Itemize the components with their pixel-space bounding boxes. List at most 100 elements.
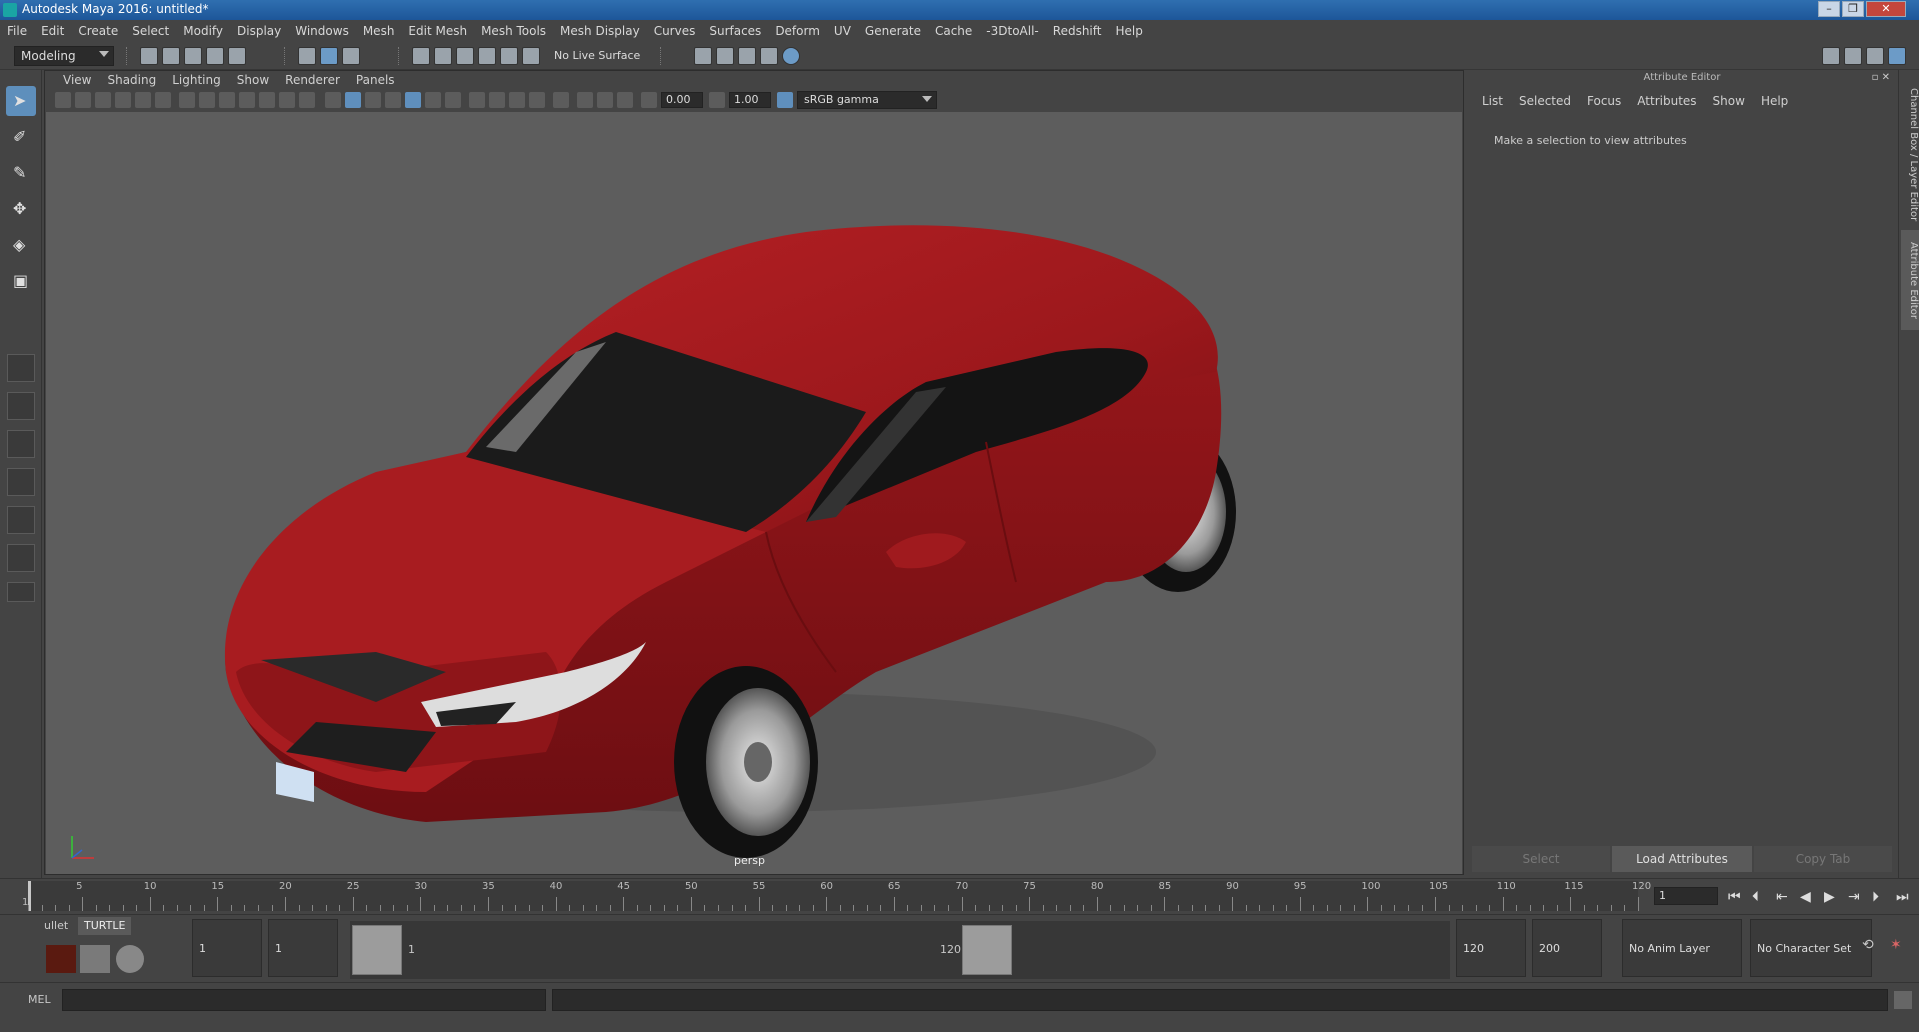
anim-prefs-icon[interactable]: ✶ bbox=[1890, 937, 1902, 953]
xray-icon[interactable] bbox=[577, 92, 593, 108]
ae-menu-show[interactable]: Show bbox=[1705, 94, 1753, 108]
persp-node-layout-button[interactable] bbox=[7, 544, 35, 572]
channel-box-toggle-icon[interactable] bbox=[1888, 47, 1906, 65]
step-back-key-icon[interactable]: ⇤ bbox=[1776, 889, 1788, 905]
smooth-shade-icon[interactable] bbox=[345, 92, 361, 108]
menu-modify[interactable]: Modify bbox=[176, 24, 230, 38]
menu-redshift[interactable]: Redshift bbox=[1046, 24, 1109, 38]
menu-mesh-display[interactable]: Mesh Display bbox=[553, 24, 647, 38]
grease-pencil-icon[interactable] bbox=[155, 92, 171, 108]
panel-float-close-icon[interactable]: ▫ ✕ bbox=[1872, 72, 1890, 83]
current-frame-field[interactable]: 1 bbox=[1654, 887, 1718, 905]
safe-action-icon[interactable] bbox=[279, 92, 295, 108]
anim-layer-dropdown[interactable]: No Anim Layer bbox=[1622, 919, 1742, 977]
view-transform-dropdown[interactable]: sRGB gamma bbox=[797, 91, 937, 109]
scale-tool-button[interactable]: ▣ bbox=[6, 266, 36, 296]
step-forward-icon[interactable]: ⏵ bbox=[1872, 889, 1879, 905]
make-live-icon[interactable] bbox=[522, 47, 540, 65]
menu-select[interactable]: Select bbox=[125, 24, 176, 38]
vp-menu-show[interactable]: Show bbox=[229, 73, 277, 87]
select-camera-icon[interactable] bbox=[55, 92, 71, 108]
anti-aliasing-icon[interactable] bbox=[509, 92, 525, 108]
turtle-render-icon[interactable] bbox=[46, 945, 76, 973]
field-chart-icon[interactable] bbox=[259, 92, 275, 108]
copy-tab-button[interactable]: Copy Tab bbox=[1754, 846, 1892, 872]
menu-3dtoall[interactable]: -3DtoAll- bbox=[979, 24, 1045, 38]
xray-active-icon[interactable] bbox=[597, 92, 613, 108]
open-scene-icon[interactable] bbox=[162, 47, 180, 65]
use-default-material-icon[interactable] bbox=[365, 92, 381, 108]
gamma-field[interactable]: 1.00 bbox=[729, 92, 771, 108]
range-start-handle[interactable] bbox=[352, 925, 402, 975]
rotate-tool-button[interactable]: ◈ bbox=[6, 230, 36, 260]
animation-start-field[interactable]: 1 bbox=[192, 919, 262, 977]
vp-menu-shading[interactable]: Shading bbox=[99, 73, 164, 87]
go-to-start-icon[interactable]: ⏮ bbox=[1728, 889, 1741, 905]
use-all-lights-icon[interactable] bbox=[425, 92, 441, 108]
range-end-handle[interactable] bbox=[962, 925, 1012, 975]
2d-pan-zoom-icon[interactable] bbox=[135, 92, 151, 108]
persp-uv-layout-button[interactable] bbox=[7, 506, 35, 534]
camera-attributes-icon[interactable] bbox=[75, 92, 91, 108]
turtle-bake-icon[interactable] bbox=[80, 945, 110, 973]
tab-attribute-editor[interactable]: Attribute Editor bbox=[1901, 230, 1919, 330]
render-region-icon[interactable] bbox=[694, 47, 712, 65]
menu-mesh[interactable]: Mesh bbox=[356, 24, 402, 38]
snap-grid-icon[interactable] bbox=[412, 47, 430, 65]
minimize-button[interactable]: – bbox=[1818, 1, 1840, 17]
xray-joints-icon[interactable] bbox=[617, 92, 633, 108]
wireframe-on-shaded-icon[interactable] bbox=[385, 92, 401, 108]
safe-title-icon[interactable] bbox=[299, 92, 315, 108]
lasso-tool-button[interactable]: ✐ bbox=[6, 122, 36, 152]
load-attributes-button[interactable]: Load Attributes bbox=[1612, 846, 1752, 872]
persp-outliner-layout-button[interactable] bbox=[7, 430, 35, 458]
save-scene-icon[interactable] bbox=[184, 47, 202, 65]
ae-menu-list[interactable]: List bbox=[1474, 94, 1511, 108]
select-tool-button[interactable]: ➤ bbox=[6, 86, 36, 116]
tool-settings-icon[interactable] bbox=[1866, 47, 1884, 65]
mel-command-input[interactable] bbox=[62, 989, 546, 1011]
menu-edit[interactable]: Edit bbox=[34, 24, 71, 38]
menu-create[interactable]: Create bbox=[71, 24, 125, 38]
exposure-icon[interactable] bbox=[641, 92, 657, 108]
playback-start-field[interactable]: 1 bbox=[268, 919, 338, 977]
snap-plane-icon[interactable] bbox=[478, 47, 496, 65]
ae-menu-help[interactable]: Help bbox=[1753, 94, 1796, 108]
single-perspective-layout-button[interactable] bbox=[7, 354, 35, 382]
render-settings-icon[interactable] bbox=[760, 47, 778, 65]
menuset-dropdown[interactable]: Modeling bbox=[14, 46, 114, 66]
persp-graph-layout-button[interactable] bbox=[7, 468, 35, 496]
menu-mesh-tools[interactable]: Mesh Tools bbox=[474, 24, 553, 38]
menu-file[interactable]: File bbox=[0, 24, 34, 38]
hypershade-icon[interactable] bbox=[782, 47, 800, 65]
animation-end-field[interactable]: 200 bbox=[1532, 919, 1602, 977]
render-frame-icon[interactable] bbox=[716, 47, 734, 65]
ipr-render-icon[interactable] bbox=[738, 47, 756, 65]
menu-surfaces[interactable]: Surfaces bbox=[702, 24, 768, 38]
new-scene-icon[interactable] bbox=[140, 47, 158, 65]
menu-deform[interactable]: Deform bbox=[768, 24, 827, 38]
film-gate-icon[interactable] bbox=[199, 92, 215, 108]
ae-menu-selected[interactable]: Selected bbox=[1511, 94, 1579, 108]
modeling-toolkit-icon[interactable] bbox=[1822, 47, 1840, 65]
close-button[interactable]: ✕ bbox=[1866, 1, 1906, 17]
move-tool-button[interactable]: ✥ bbox=[6, 194, 36, 224]
go-to-end-icon[interactable]: ⏭ bbox=[1896, 889, 1909, 905]
playback-end-field[interactable]: 120 bbox=[1456, 919, 1526, 977]
menu-cache[interactable]: Cache bbox=[928, 24, 979, 38]
menu-windows[interactable]: Windows bbox=[288, 24, 356, 38]
maximize-button[interactable]: ❐ bbox=[1842, 1, 1864, 17]
redo-icon[interactable] bbox=[228, 47, 246, 65]
paint-select-tool-button[interactable]: ✎ bbox=[6, 158, 36, 188]
bookmark-icon[interactable] bbox=[95, 92, 111, 108]
image-plane-icon[interactable] bbox=[115, 92, 131, 108]
menu-edit-mesh[interactable]: Edit Mesh bbox=[401, 24, 474, 38]
wireframe-icon[interactable] bbox=[325, 92, 341, 108]
grid-icon[interactable] bbox=[179, 92, 195, 108]
play-forwards-icon[interactable]: ▶ bbox=[1824, 889, 1835, 905]
resolution-gate-icon[interactable] bbox=[219, 92, 235, 108]
snap-curve-icon[interactable] bbox=[434, 47, 452, 65]
turtle-sphere-icon[interactable] bbox=[116, 945, 144, 973]
menu-generate[interactable]: Generate bbox=[858, 24, 928, 38]
ae-menu-focus[interactable]: Focus bbox=[1579, 94, 1629, 108]
